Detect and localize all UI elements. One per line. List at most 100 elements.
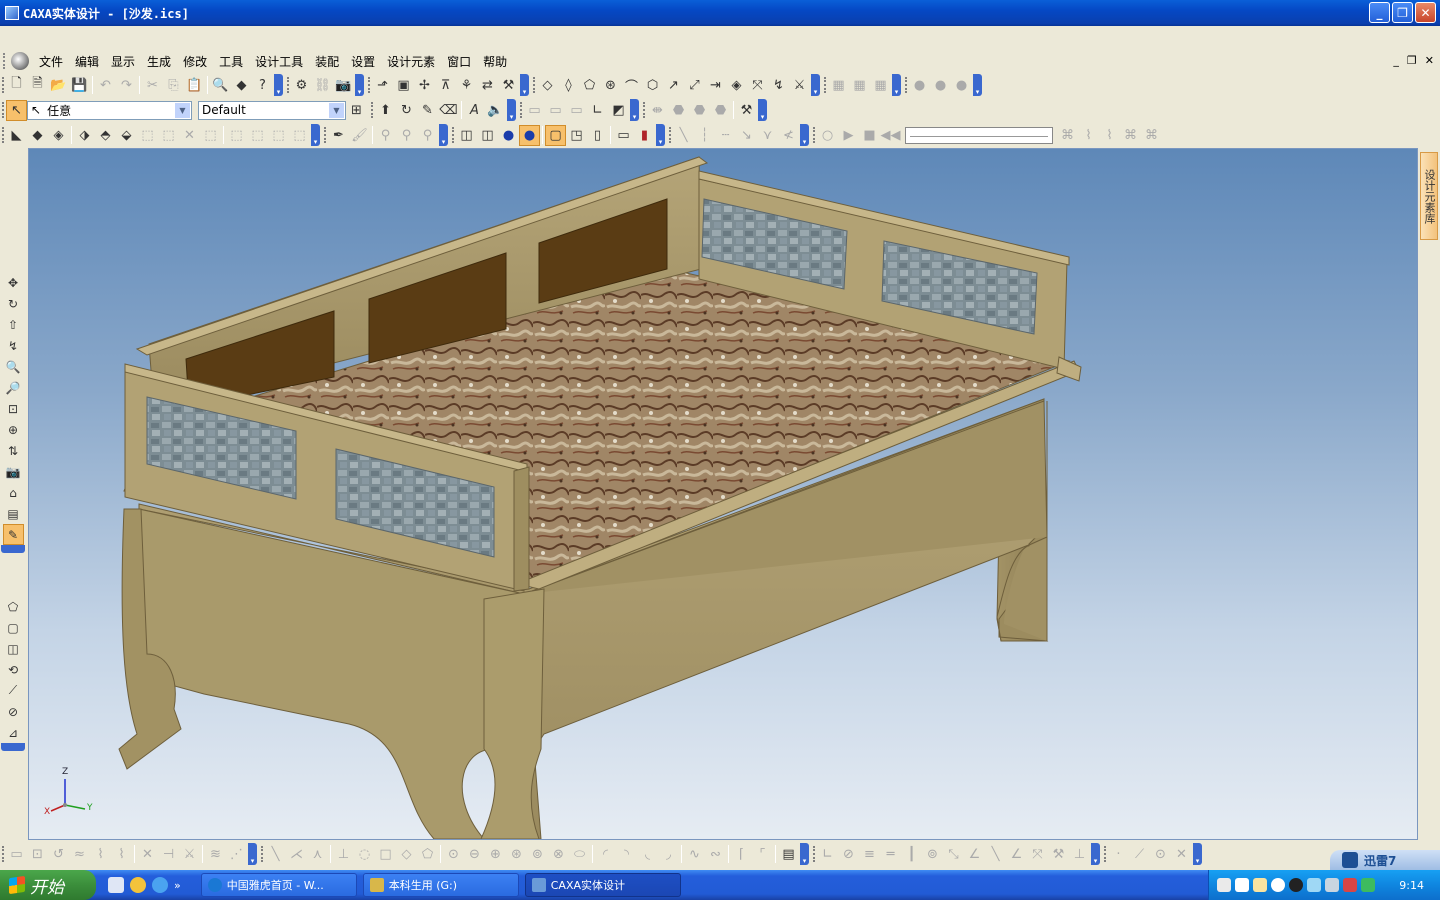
task-drive[interactable]: 本科生用 (G:) xyxy=(362,873,519,897)
snap-cross-icon[interactable]: ✕ xyxy=(1171,844,1192,865)
anim-1-icon[interactable]: ⇼ xyxy=(647,100,668,121)
sketch-7-icon[interactable]: ⊿ xyxy=(3,722,24,743)
camera-icon[interactable]: 📷 xyxy=(3,461,24,482)
sofa-model[interactable] xyxy=(29,149,1418,840)
menu-tools[interactable]: 工具 xyxy=(213,53,249,70)
record-icon[interactable]: ○ xyxy=(817,125,838,146)
anim-4-icon[interactable]: ⬣ xyxy=(710,100,731,121)
anim-edit-4-icon[interactable]: ⌘ xyxy=(1120,125,1141,146)
tray-expand-icon[interactable] xyxy=(1271,878,1285,892)
task-caxa[interactable]: CAXA实体设计 xyxy=(524,873,681,897)
snap-line-icon[interactable]: ⟋ xyxy=(1129,844,1150,865)
push-pull-icon[interactable]: ⬆ xyxy=(375,100,396,121)
sketch-3-icon[interactable]: ◫ xyxy=(3,638,24,659)
assembly-icon[interactable]: ⚙ xyxy=(291,75,312,96)
xunlei-float[interactable]: 迅雷7 xyxy=(1330,850,1440,870)
constraint-7-icon[interactable]: ⤡ xyxy=(943,844,964,865)
menu-design-tools[interactable]: 设计工具 xyxy=(249,53,309,70)
camera-icon[interactable]: 📷 xyxy=(333,75,354,96)
paste-icon[interactable]: 📋 xyxy=(184,75,205,96)
snap-target-icon[interactable]: ⊙ xyxy=(1150,844,1171,865)
solid-2-icon[interactable]: ◆ xyxy=(27,125,48,146)
design-element-library-tab[interactable]: 设计元素库 xyxy=(1420,152,1438,240)
curve-1-icon[interactable]: ▭ xyxy=(6,844,27,865)
eraser-icon[interactable]: ⌫ xyxy=(438,100,459,121)
surface-2-icon[interactable]: ◊ xyxy=(558,75,579,96)
render-1-icon[interactable]: ▭ xyxy=(524,100,545,121)
toolbar-options-icon[interactable] xyxy=(1,743,25,751)
toolbar-grip[interactable] xyxy=(3,53,7,69)
curve-7-icon[interactable]: ✕ xyxy=(137,844,158,865)
desktop-icon[interactable] xyxy=(108,877,124,893)
style-select[interactable]: Default ▼ xyxy=(198,100,346,120)
toolbar-options-icon[interactable]: ▾ xyxy=(520,74,529,96)
circle-1-icon[interactable]: ⊙ xyxy=(443,844,464,865)
curve-10-icon[interactable]: ≋ xyxy=(205,844,226,865)
wireframe-icon[interactable]: ◫ xyxy=(456,125,477,146)
solid-3-icon[interactable]: ◈ xyxy=(48,125,69,146)
realistic-icon[interactable]: ● xyxy=(519,124,540,146)
box-icon[interactable]: ▣ xyxy=(393,75,414,96)
menu-design-elements[interactable]: 设计元素 xyxy=(381,53,441,70)
render-2-icon[interactable]: ▭ xyxy=(545,100,566,121)
arc-2-icon[interactable]: ◝ xyxy=(616,844,637,865)
minimize-button[interactable]: _ xyxy=(1369,2,1390,23)
solid-6-icon[interactable]: ⬙ xyxy=(116,125,137,146)
constraint-3-icon[interactable]: ≡ xyxy=(859,844,880,865)
solid-8-icon[interactable]: ⬚ xyxy=(158,125,179,146)
menu-settings[interactable]: 设置 xyxy=(345,53,381,70)
select-arrow-icon[interactable]: ↖ xyxy=(6,99,27,121)
toolbar-options-icon[interactable]: ▾ xyxy=(811,74,820,96)
new-file-icon[interactable]: 🗋 xyxy=(6,75,27,96)
chamfer-icon[interactable]: ⌜ xyxy=(752,844,773,865)
bom-icon[interactable]: ▤ xyxy=(778,844,799,865)
toolbar-options-icon[interactable]: ▾ xyxy=(248,843,257,865)
display-icon[interactable]: ◩ xyxy=(608,100,629,121)
menu-edit[interactable]: 编辑 xyxy=(69,53,105,70)
toolbar-options-icon[interactable]: ▾ xyxy=(800,124,809,146)
curve-9-icon[interactable]: ⚔ xyxy=(179,844,200,865)
paint-1-icon[interactable]: ⚲ xyxy=(375,125,396,146)
snap-point-icon[interactable]: · xyxy=(1108,844,1129,865)
toolbar-options-icon[interactable]: ▾ xyxy=(355,74,364,96)
spline-1-icon[interactable]: ∿ xyxy=(684,844,705,865)
dim-1-icon[interactable]: ╲ xyxy=(673,125,694,146)
shade-3-icon[interactable]: ● xyxy=(951,75,972,96)
constraint-8-icon[interactable]: ∠ xyxy=(964,844,985,865)
surface-12-icon[interactable]: ↯ xyxy=(768,75,789,96)
spline-2-icon[interactable]: ∾ xyxy=(705,844,726,865)
constraint-9-icon[interactable]: ╲ xyxy=(985,844,1006,865)
chevron-down-icon[interactable]: ▼ xyxy=(329,102,344,118)
chevron-down-icon[interactable]: ▼ xyxy=(175,102,190,118)
surface-4-icon[interactable]: ⊛ xyxy=(600,75,621,96)
restore-button[interactable]: ❐ xyxy=(1392,2,1413,23)
polygon-icon[interactable]: ⬠ xyxy=(417,844,438,865)
menu-display[interactable]: 显示 xyxy=(105,53,141,70)
sketch-4-icon[interactable]: ⟲ xyxy=(3,659,24,680)
curve-8-icon[interactable]: ⊣ xyxy=(158,844,179,865)
book-icon[interactable]: ▮ xyxy=(634,125,655,146)
dim-6-icon[interactable]: ≮ xyxy=(778,125,799,146)
pattern-icon[interactable]: ⚘ xyxy=(456,75,477,96)
help-icon[interactable]: ? xyxy=(252,75,273,96)
solid-7-icon[interactable]: ⬚ xyxy=(137,125,158,146)
redo-icon[interactable]: ↷ xyxy=(116,75,137,96)
link-icon[interactable]: ⛓ xyxy=(312,75,333,96)
sketch-5-icon[interactable]: ⟋ xyxy=(3,680,24,701)
sketch-1-icon[interactable]: ⬠ xyxy=(3,596,24,617)
solid-5-icon[interactable]: ⬘ xyxy=(95,125,116,146)
anim-2-icon[interactable]: ⬣ xyxy=(668,100,689,121)
menu-assembly[interactable]: 装配 xyxy=(309,53,345,70)
solid-13-icon[interactable]: ⬚ xyxy=(268,125,289,146)
arc-4-icon[interactable]: ◞ xyxy=(658,844,679,865)
constraint-4-icon[interactable]: ═ xyxy=(880,844,901,865)
antivirus-icon[interactable] xyxy=(1343,878,1357,892)
zoom-window-icon[interactable]: 🔎 xyxy=(3,377,24,398)
ime-icon[interactable] xyxy=(1253,878,1267,892)
toolbar-options-icon[interactable]: ▾ xyxy=(439,124,448,146)
view-3-icon[interactable]: ▤ xyxy=(3,503,24,524)
constraint-2-icon[interactable]: ⊘ xyxy=(838,844,859,865)
pen-icon[interactable]: ✎ xyxy=(417,100,438,121)
search-icon[interactable]: 🔍 xyxy=(210,75,231,96)
anim-edit-2-icon[interactable]: ⌇ xyxy=(1078,125,1099,146)
